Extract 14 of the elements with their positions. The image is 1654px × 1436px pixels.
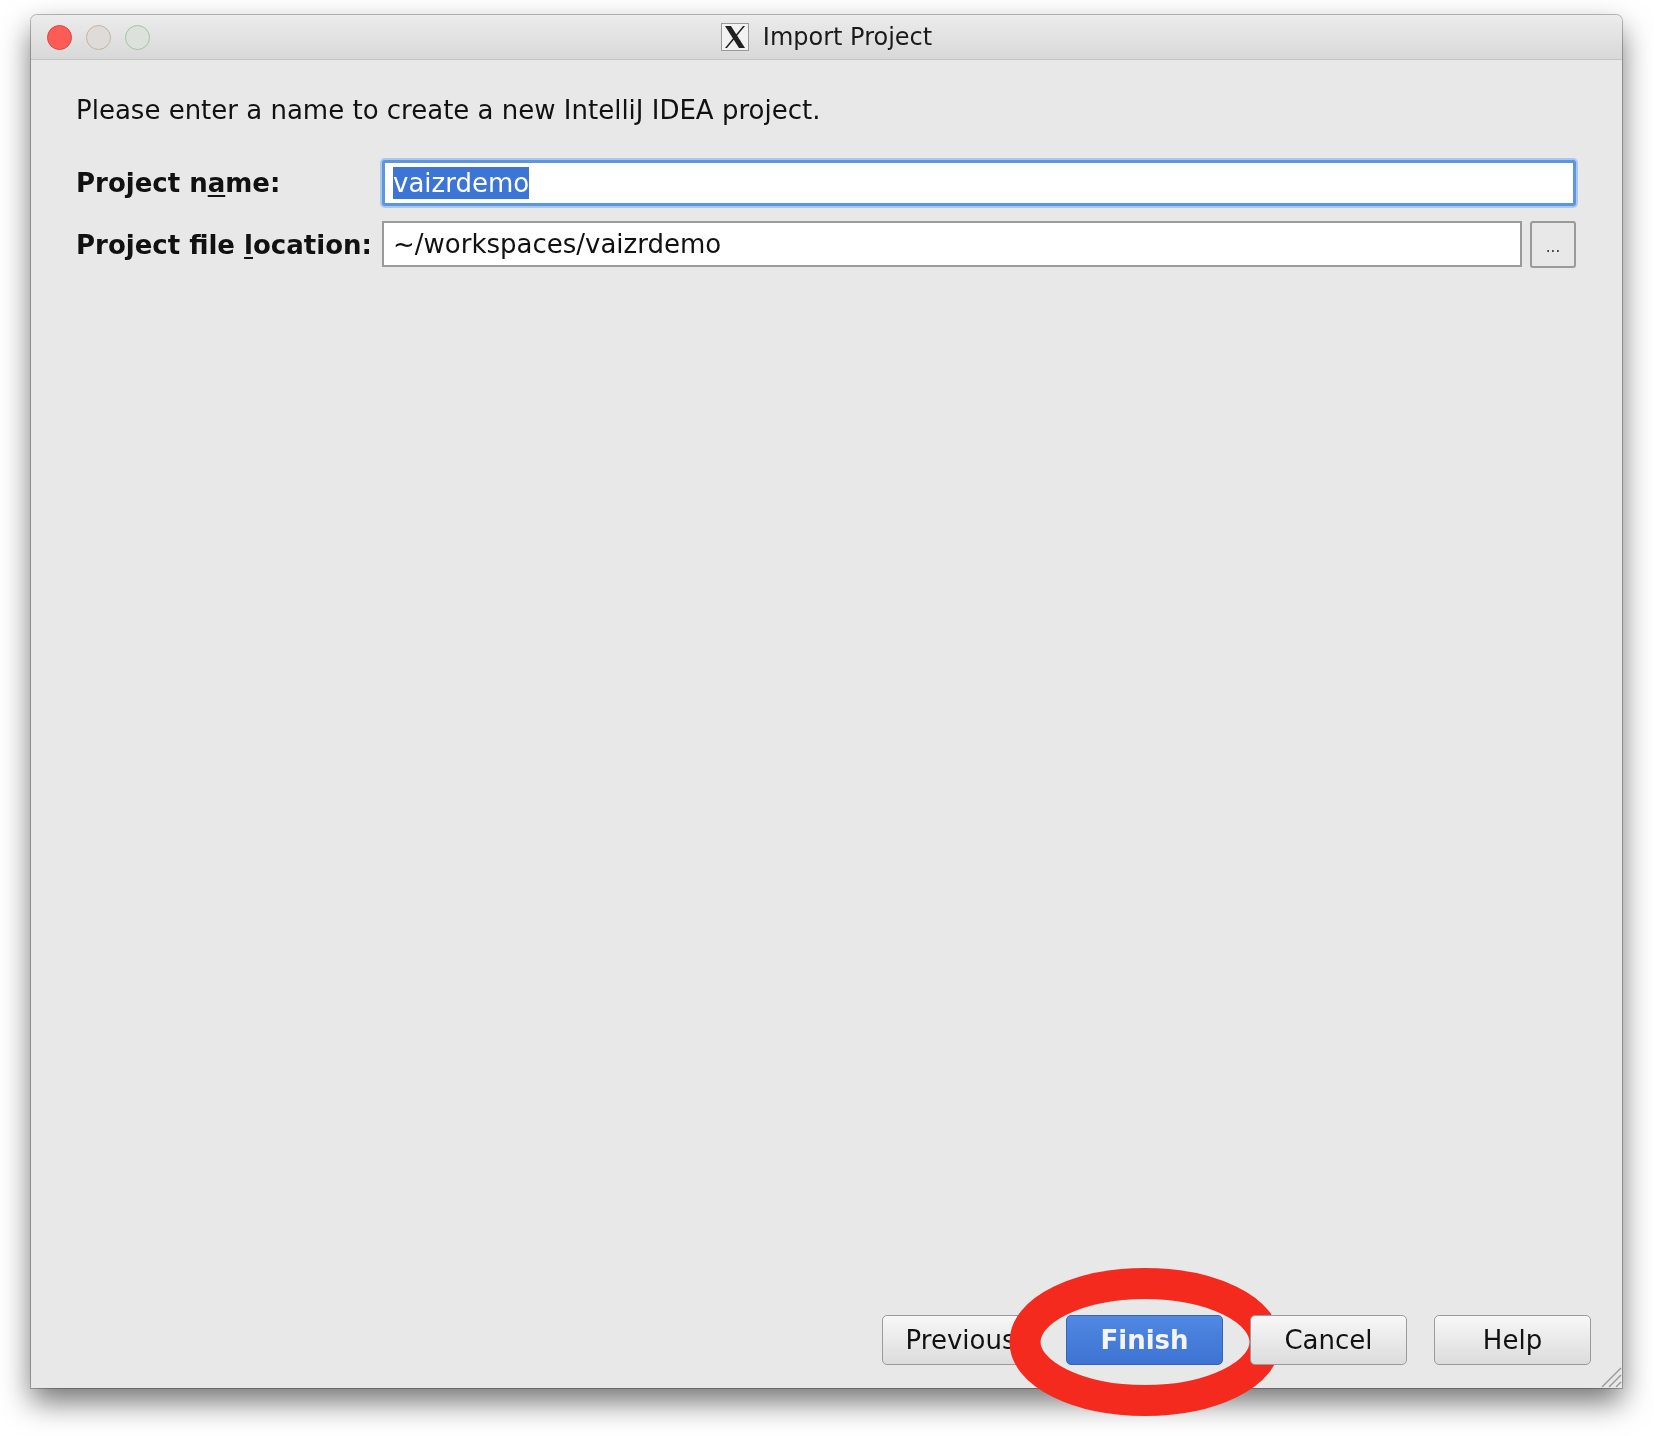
dialog-button[interactable]: Cancel xyxy=(1250,1315,1407,1365)
dialog-button[interactable]: Help xyxy=(1434,1315,1591,1365)
instruction-text: Please enter a name to create a new IntelliJ IDEA project. xyxy=(76,95,822,125)
zoom-button[interactable] xyxy=(125,24,150,50)
window-title: Import Project xyxy=(762,23,933,51)
text-field[interactable]: ~/workspaces/vaizrdemo xyxy=(382,221,1522,267)
close-button[interactable] xyxy=(47,24,72,50)
field-label: Project name: xyxy=(76,168,281,198)
browse-button[interactable]: ... xyxy=(1530,221,1576,268)
dialog-button[interactable]: Finish xyxy=(1066,1315,1223,1365)
field-label: Project file location: xyxy=(76,229,372,260)
text-field[interactable]: vaizrdemo xyxy=(382,160,1576,206)
x-mark-icon xyxy=(720,23,749,51)
minimize-button[interactable] xyxy=(86,24,111,50)
